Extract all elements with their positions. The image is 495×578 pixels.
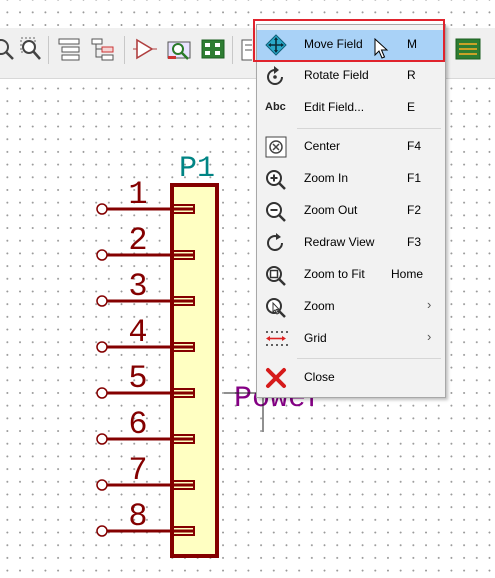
abc-text-icon: Abc [265,101,286,113]
menu-item-label: Edit Field... [304,100,365,114]
pin-number: 8 [128,498,147,535]
zoom-cursor-icon [264,296,288,318]
pin-number: 7 [128,452,147,489]
menu-separator [297,358,441,359]
zoom-fit-icon [264,264,288,286]
context-menu: Move Field M Rotate Field R Abc Edit Fie… [256,24,446,398]
center-icon [264,136,288,158]
menu-item-center[interactable]: Center F4 [257,132,445,162]
pin-number: 5 [128,360,147,397]
menu-item-close[interactable]: Close [257,363,445,393]
menu-item-rotate-field[interactable]: Rotate Field R [257,61,445,91]
menu-item-shortcut: F3 [407,235,422,249]
close-icon [264,367,288,389]
pin-number: 1 [128,176,147,213]
menu-item-shortcut: F2 [407,203,422,217]
highlight-annotation-box [253,19,445,62]
menu-item-label: Zoom [304,299,335,313]
menu-item-label: Redraw View [304,235,375,249]
menu-item-shortcut: F4 [407,139,422,153]
reference-designator[interactable]: P1 [179,152,215,186]
menu-item-shortcut: R [407,68,416,82]
menu-item-edit-field[interactable]: Abc Edit Field... E [257,93,445,123]
menu-item-label: Grid [304,331,327,345]
menu-item-zoom-to-fit[interactable]: Zoom to Fit Home [257,260,445,290]
connector-body[interactable] [170,183,219,558]
mouse-cursor-icon [374,37,390,60]
menu-item-label: Zoom to Fit [304,267,365,281]
menu-item-label: Zoom Out [304,203,358,217]
menu-item-label: Zoom In [304,171,349,185]
pin-number: 3 [128,268,147,305]
submenu-arrow-icon: › [427,297,432,312]
menu-item-label: Close [304,370,335,384]
pin-number: 6 [128,406,147,443]
menu-item-zoom-in[interactable]: Zoom In F1 [257,164,445,194]
redraw-icon [264,232,288,254]
zoom-in-icon [264,168,288,190]
menu-item-grid-submenu[interactable]: Grid › [257,324,445,354]
menu-item-redraw-view[interactable]: Redraw View F3 [257,228,445,258]
menu-item-zoom-submenu[interactable]: Zoom › [257,292,445,322]
zoom-out-icon [264,200,288,222]
menu-item-zoom-out[interactable]: Zoom Out F2 [257,196,445,226]
menu-item-shortcut: Home [391,267,424,281]
submenu-arrow-icon: › [427,329,432,344]
menu-item-shortcut: E [407,100,416,114]
menu-item-label: Rotate Field [304,68,369,82]
pin-number: 4 [128,314,147,351]
rotate-icon [264,65,288,87]
menu-separator [297,128,441,129]
pin-number: 2 [128,222,147,259]
menu-item-label: Center [304,139,341,153]
grid-icon [264,328,288,350]
menu-item-shortcut: F1 [407,171,422,185]
